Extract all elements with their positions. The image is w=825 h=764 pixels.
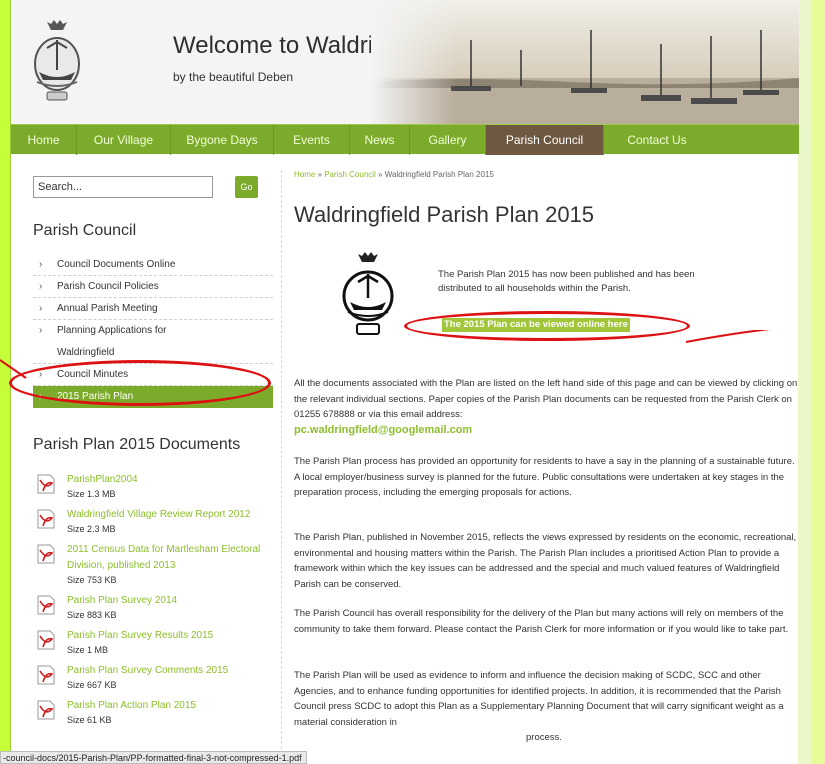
chevron-right-icon: › (39, 281, 43, 292)
nav-our-village[interactable]: Our Village (77, 125, 171, 155)
search-go-button[interactable]: Go (235, 176, 258, 198)
document-link[interactable]: Parish Plan Survey 2014 (67, 593, 273, 609)
parish-crest-icon (342, 252, 394, 335)
document-size: Size 61 KB (67, 715, 112, 725)
documents-list: ParishPlan2004 Size 1.3 MB Waldringfield… (33, 472, 273, 733)
document-size: Size 667 KB (67, 680, 117, 690)
breadcrumb-separator: » (315, 170, 325, 179)
nav-bygone-days[interactable]: Bygone Days (171, 125, 274, 155)
site-subtitle: by the beautiful Deben (173, 70, 294, 84)
evidence-paragraph-tail: process. (526, 732, 562, 743)
header-river-photo (371, 0, 799, 124)
nav-news[interactable]: News (350, 125, 410, 155)
document-size: Size 753 KB (67, 575, 117, 585)
list-item: ParishPlan2004 Size 1.3 MB (33, 472, 273, 501)
nav-events[interactable]: Events (274, 125, 350, 155)
document-size: Size 883 KB (67, 610, 117, 620)
nav-gallery[interactable]: Gallery (410, 125, 486, 155)
sidebar-item-council-minutes[interactable]: › Council Minutes (33, 364, 273, 386)
pdf-icon (37, 509, 55, 529)
documents-paragraph: All the documents associated with the Pl… (294, 376, 799, 438)
breadcrumb-current: Waldringfield Parish Plan 2015 (384, 170, 494, 179)
page-title: Waldringfield Parish Plan 2015 (294, 202, 595, 227)
list-item: Parish Plan Survey Results 2015 Size 1 M… (33, 628, 273, 657)
document-link[interactable]: Parish Plan Survey Comments 2015 (67, 663, 273, 679)
pdf-icon (37, 544, 55, 564)
evidence-paragraph-text: The Parish Plan will be used as evidence… (294, 670, 784, 728)
list-item: Parish Plan Action Plan 2015 Size 61 KB (33, 698, 273, 727)
chevron-right-icon: › (39, 259, 43, 270)
responsibility-paragraph: The Parish Council has overall responsib… (294, 608, 789, 635)
list-item: Waldringfield Village Review Report 2012… (33, 507, 273, 536)
sidebar-item-planning-applications[interactable]: › Planning Applications for (33, 320, 273, 342)
sidebar-item-council-policies[interactable]: › Parish Council Policies (33, 276, 273, 298)
document-link[interactable]: ParishPlan2004 (67, 472, 273, 488)
list-item: Parish Plan Survey Comments 2015 Size 66… (33, 663, 273, 692)
main-content: Home » Parish Council » Waldringfield Pa… (294, 170, 797, 743)
document-size: Size 1 MB (67, 645, 109, 655)
sidebar-item-annual-meeting[interactable]: › Annual Parish Meeting (33, 298, 273, 320)
list-item: Parish Plan Survey 2014 Size 883 KB (33, 593, 273, 622)
pdf-icon (37, 595, 55, 615)
pdf-icon (37, 474, 55, 494)
document-size: Size 1.3 MB (67, 489, 116, 499)
clerk-email-link[interactable]: pc.waldringfield@googlemail.com (294, 424, 472, 436)
document-link[interactable]: Waldringfield Village Review Report 2012 (67, 507, 273, 523)
pdf-icon (37, 630, 55, 650)
nav-parish-council[interactable]: Parish Council (486, 125, 604, 155)
site-header: Welcome to Waldringfield by the beautifu… (11, 0, 799, 124)
chevron-right-icon: › (39, 303, 43, 314)
chevron-right-icon: › (39, 391, 43, 402)
nav-home[interactable]: Home (11, 125, 77, 155)
status-bar-url: -council-docs/2015-Parish-Plan/PP-format… (0, 751, 307, 764)
sidebar-item-planning-applications-cont[interactable]: Waldringfield (33, 342, 273, 364)
breadcrumb-parish-council[interactable]: Parish Council (324, 170, 376, 179)
intro-text: The Parish Plan 2015 has now been publis… (438, 269, 695, 294)
document-link[interactable]: 2011 Census Data for Martlesham Electora… (67, 542, 273, 574)
parish-council-heading: Parish Council (33, 222, 137, 239)
breadcrumb-separator: » (375, 170, 385, 179)
page: Welcome to Waldringfield by the beautifu… (10, 0, 799, 764)
evidence-paragraph: The Parish Plan will be used as evidence… (294, 668, 799, 746)
document-link[interactable]: Parish Plan Survey Results 2015 (67, 628, 273, 644)
pdf-icon (37, 700, 55, 720)
published-paragraph: The Parish Plan, published in November 2… (294, 532, 797, 590)
chevron-right-icon: › (39, 369, 43, 380)
list-item: 2011 Census Data for Martlesham Electora… (33, 542, 273, 587)
main-nav: Home Our Village Bygone Days Events News… (11, 124, 799, 155)
documents-paragraph-text: All the documents associated with the Pl… (294, 378, 798, 420)
parish-plan-documents-heading: Parish Plan 2015 Documents (33, 436, 241, 453)
view-plan-online-link[interactable]: The 2015 Plan can be viewed online here (442, 318, 630, 332)
waldringfield-crest-icon[interactable] (23, 18, 91, 104)
column-divider (281, 170, 282, 764)
breadcrumb-home[interactable]: Home (294, 170, 315, 179)
right-highlight-strip (812, 0, 825, 764)
pdf-icon (37, 665, 55, 685)
chevron-right-icon: › (39, 325, 43, 336)
sidebar-item-2015-parish-plan[interactable]: › 2015 Parish Plan (33, 386, 273, 408)
process-paragraph: The Parish Plan process has provided an … (294, 456, 795, 498)
document-size: Size 2.3 MB (67, 524, 116, 534)
parish-council-menu: › Council Documents Online › Parish Counci… (33, 254, 273, 408)
sidebar-item-council-documents[interactable]: › Council Documents Online (33, 254, 273, 276)
search-input[interactable] (33, 176, 213, 198)
document-link[interactable]: Parish Plan Action Plan 2015 (67, 698, 273, 714)
breadcrumb: Home » Parish Council » Waldringfield Pa… (294, 170, 794, 179)
left-highlight-strip (0, 0, 10, 764)
nav-contact-us[interactable]: Contact Us (604, 125, 710, 155)
